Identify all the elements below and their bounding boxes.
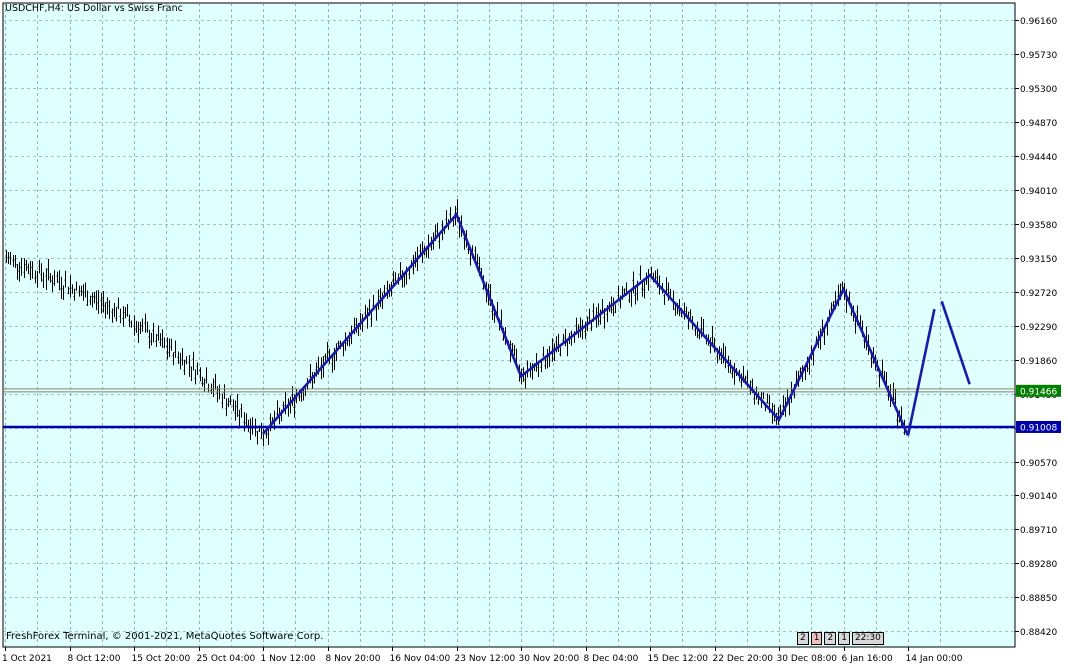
price-tick-label: 0.89280 <box>1020 560 1057 570</box>
price-tick-label: 0.93150 <box>1020 255 1057 265</box>
timeframe-button-1[interactable]: 2 <box>797 632 809 645</box>
time-tick-label: 30 Dec 08:00 <box>777 654 838 664</box>
time-tick-label: 30 Nov 20:00 <box>519 654 580 664</box>
symbol-description: US Dollar vs Swiss Franc <box>66 3 183 14</box>
time-tick-label: 14 Jan 00:00 <box>906 654 963 664</box>
time-tick-label: 8 Dec 04:00 <box>584 654 639 664</box>
price-tick-label: 0.92720 <box>1020 289 1057 299</box>
timeframe-toolbar: 2 1 2 1 22:30 <box>797 632 884 645</box>
time-tick-label: 22 Dec 20:00 <box>713 654 774 664</box>
plot-area[interactable] <box>2 2 1016 648</box>
price-tick-label: 0.88420 <box>1020 628 1057 638</box>
support-level-badge: 0.91008 <box>1016 420 1061 433</box>
chart-title: USDCHF,H4: US Dollar vs Swiss Franc <box>5 3 183 14</box>
price-chart[interactable]: 0.96160 0.95730 0.95300 0.94870 0.94440 0.940… <box>0 0 1068 669</box>
bid-price-badge: 0.91466 <box>1016 384 1061 397</box>
price-tick-label: 0.94440 <box>1020 153 1057 163</box>
time-tick-label: 8 Nov 20:00 <box>326 654 381 664</box>
time-tick-label: 23 Nov 12:00 <box>455 654 516 664</box>
price-tick-label: 0.92290 <box>1020 323 1057 333</box>
price-tick-label: 0.95730 <box>1020 51 1057 61</box>
time-tick-label: 15 Dec 12:00 <box>648 654 709 664</box>
copyright-text: FreshForex Terminal, © 2001-2021, MetaQu… <box>6 631 324 642</box>
price-tick-label: 0.90140 <box>1020 492 1057 502</box>
bid-price-badge-label: 0.91466 <box>1020 387 1057 397</box>
price-tick-label: 0.94010 <box>1020 187 1057 197</box>
price-tick-label: 0.96160 <box>1020 17 1057 27</box>
price-tick-label: 0.88850 <box>1020 594 1057 604</box>
time-tick-label: 8 Oct 12:00 <box>68 654 121 664</box>
support-level-badge-label: 0.91008 <box>1020 423 1057 433</box>
price-tick-label: 0.94870 <box>1020 119 1057 129</box>
time-tick-label: 1 Oct 2021 <box>2 654 52 664</box>
timeframe-button-3[interactable]: 2 <box>824 632 837 645</box>
timeframe-button-4[interactable]: 1 <box>838 632 850 645</box>
time-tick-label: 6 Jan 16:00 <box>842 654 894 664</box>
price-tick-label: 0.91860 <box>1020 357 1057 367</box>
time-tick-label: 16 Nov 04:00 <box>390 654 451 664</box>
time-tick-label: 1 Nov 12:00 <box>261 654 316 664</box>
symbol-label: USDCHF,H4: <box>5 3 64 14</box>
time-tick-label: 15 Oct 20:00 <box>132 654 191 664</box>
price-tick-label: 0.95300 <box>1020 85 1057 95</box>
time-tick-label: 25 Oct 04:00 <box>197 654 256 664</box>
price-tick-label: 0.89710 <box>1020 526 1057 536</box>
price-tick-label: 0.93580 <box>1020 221 1057 231</box>
timeframe-clock[interactable]: 22:30 <box>851 632 884 645</box>
timeframe-button-2[interactable]: 1 <box>810 632 823 645</box>
price-tick-label: 0.90570 <box>1020 459 1057 469</box>
